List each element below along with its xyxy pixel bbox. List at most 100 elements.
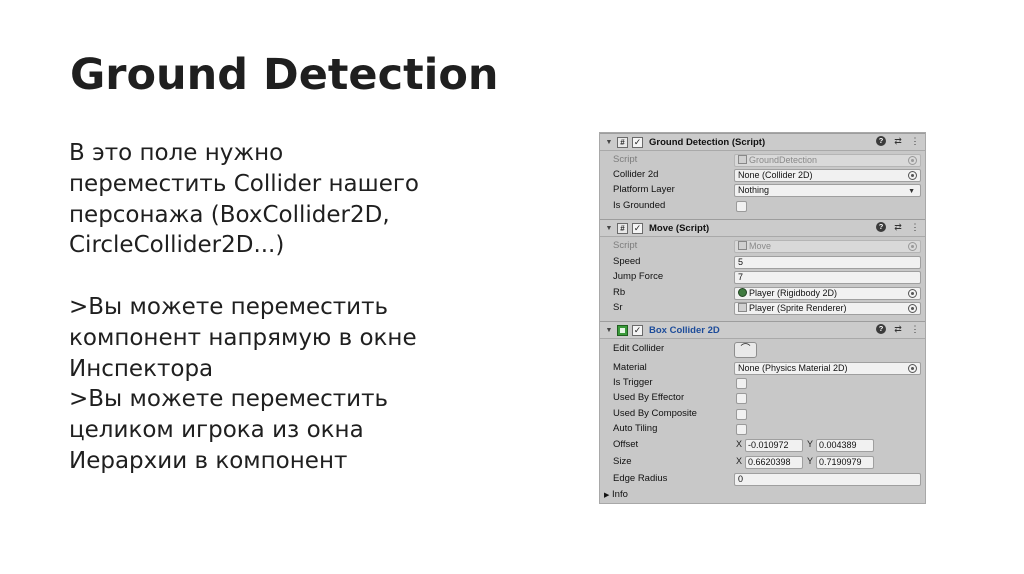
move-sr-field[interactable]: Player (Sprite Renderer) — [734, 302, 921, 315]
body-line: целиком игрока из окна — [69, 417, 364, 444]
script-file-icon — [738, 241, 747, 250]
box-collider-title: Box Collider 2D — [649, 324, 720, 336]
bc-info-foldout[interactable]: ▶ Info — [604, 489, 628, 500]
script-file-icon — [738, 155, 747, 164]
move-speed-row: Speed 5 — [600, 255, 925, 270]
bc-material-row: Material None (Physics Material 2D) — [600, 361, 925, 376]
slide-body-text: В это поле нужно переместить Collider на… — [69, 138, 509, 477]
bc-composite-row: Used By Composite — [600, 407, 925, 422]
move-sr-value: Player (Sprite Renderer) — [749, 303, 847, 313]
help-icon[interactable]: ? — [876, 222, 886, 232]
header-icons: ? ⇄ ⋮ — [876, 222, 920, 233]
body-line: Инспектора — [69, 355, 214, 382]
settings-sliders-icon[interactable]: ⇄ — [893, 324, 903, 335]
move-script-label: Script — [613, 240, 638, 251]
gd-grounded-row: Is Grounded — [600, 199, 925, 214]
bc-material-label: Material — [613, 362, 647, 373]
bc-edge-label: Edge Radius — [613, 473, 668, 484]
bc-trigger-checkbox[interactable] — [736, 378, 747, 389]
ground-detection-header[interactable]: ▼ # ✓ Ground Detection (Script) ? ⇄ ⋮ — [600, 133, 925, 151]
kebab-menu-icon[interactable]: ⋮ — [910, 222, 920, 233]
gd-collider-label: Collider 2d — [613, 169, 659, 180]
bc-tiling-checkbox[interactable] — [736, 424, 747, 435]
dropdown-arrow-icon: ▼ — [908, 188, 915, 195]
edit-collider-button[interactable]: ⌒ — [734, 342, 757, 358]
slide: Ground Detection В это поле нужно переме… — [0, 0, 1024, 574]
size-y-axis-label: Y — [807, 456, 814, 466]
bc-trigger-label: Is Trigger — [613, 377, 653, 388]
gd-grounded-checkbox[interactable] — [736, 201, 747, 212]
object-picker-icon[interactable] — [908, 171, 917, 180]
move-header[interactable]: ▼ # ✓ Move (Script) ? ⇄ ⋮ — [600, 219, 925, 237]
move-jump-label: Jump Force — [613, 271, 664, 282]
gd-layer-dropdown[interactable]: Nothing ▼ — [734, 184, 921, 197]
settings-sliders-icon[interactable]: ⇄ — [893, 222, 903, 233]
bc-size-label: Size — [613, 456, 632, 467]
move-speed-label: Speed — [613, 256, 641, 267]
box-collider-enabled-checkbox[interactable]: ✓ — [632, 324, 643, 336]
help-icon[interactable]: ? — [876, 136, 886, 146]
size-x-input[interactable]: 0.6620398 — [745, 456, 803, 469]
object-picker-icon[interactable] — [908, 289, 917, 298]
box-collider-header[interactable]: ▼ ✓ Box Collider 2D ? ⇄ ⋮ — [600, 321, 925, 339]
bc-tiling-row: Auto Tiling — [600, 422, 925, 437]
body-line: Иерархии в компонент — [69, 447, 348, 474]
move-jump-input[interactable]: 7 — [734, 271, 921, 284]
body-line: >Вы можете переместить — [69, 293, 389, 320]
body-line: компонент напрямую в окне — [69, 324, 417, 351]
size-y-input[interactable]: 0.7190979 — [816, 456, 874, 469]
bc-offset-row: Offset X -0.010972 Y 0.004389 — [600, 438, 925, 453]
bc-size-row: Size X 0.6620398 Y 0.7190979 — [600, 455, 925, 470]
move-enabled-checkbox[interactable]: ✓ — [632, 222, 643, 234]
move-rb-field[interactable]: Player (Rigidbody 2D) — [734, 287, 921, 300]
kebab-menu-icon[interactable]: ⋮ — [910, 136, 920, 147]
bc-edge-input[interactable]: 0 — [734, 473, 921, 486]
triangle-down-icon[interactable]: ▼ — [603, 327, 615, 334]
bc-effector-checkbox[interactable] — [736, 393, 747, 404]
bc-material-field[interactable]: None (Physics Material 2D) — [734, 362, 921, 375]
body-line: В это поле нужно — [69, 140, 284, 166]
ground-detection-title: Ground Detection (Script) — [649, 136, 766, 148]
bc-tiling-label: Auto Tiling — [613, 423, 658, 434]
checkmark-icon: ✓ — [633, 324, 642, 335]
bc-info-row[interactable]: ▶ Info — [600, 488, 925, 503]
bc-composite-checkbox[interactable] — [736, 409, 747, 420]
gd-layer-value: Nothing — [738, 185, 770, 195]
offset-y-input[interactable]: 0.004389 — [816, 439, 874, 452]
offset-x-axis-label: X — [736, 439, 743, 449]
gd-script-label: Script — [613, 154, 638, 165]
settings-sliders-icon[interactable]: ⇄ — [893, 136, 903, 147]
move-script-value: Move — [749, 241, 772, 251]
body-line: переместить Collider нашего — [69, 170, 419, 197]
checkmark-icon: ✓ — [633, 222, 642, 233]
body-line: персонажа (BoxCollider2D, — [69, 201, 390, 228]
triangle-down-icon[interactable]: ▼ — [603, 139, 615, 146]
gd-collider-field[interactable]: None (Collider 2D) — [734, 169, 921, 182]
move-sr-row: Sr Player (Sprite Renderer) — [600, 301, 925, 316]
gd-collider-row: Collider 2d None (Collider 2D) — [600, 168, 925, 183]
triangle-down-icon[interactable]: ▼ — [603, 225, 615, 232]
move-script-row: Script Move — [600, 239, 925, 254]
kebab-menu-icon[interactable]: ⋮ — [910, 324, 920, 335]
move-title: Move (Script) — [649, 222, 710, 234]
unity-inspector-panel: ▼ # ✓ Ground Detection (Script) ? ⇄ ⋮ Sc… — [599, 132, 926, 504]
help-icon[interactable]: ? — [876, 324, 886, 334]
offset-x-input[interactable]: -0.010972 — [745, 439, 803, 452]
object-picker-icon[interactable] — [908, 364, 917, 373]
header-icons: ? ⇄ ⋮ — [876, 324, 920, 335]
move-speed-input[interactable]: 5 — [734, 256, 921, 269]
sprite-renderer-icon — [738, 303, 747, 312]
bc-effector-row: Used By Effector — [600, 391, 925, 406]
move-rb-label: Rb — [613, 287, 626, 298]
slide-title: Ground Detection — [70, 50, 499, 100]
object-picker-icon — [908, 156, 917, 165]
bc-info-label: Info — [612, 489, 628, 500]
body-line: >Вы можете переместить — [69, 386, 389, 413]
checkmark-icon: ✓ — [633, 136, 642, 147]
object-picker-icon[interactable] — [908, 304, 917, 313]
object-picker-icon — [908, 242, 917, 251]
bc-edge-row: Edge Radius 0 — [600, 472, 925, 487]
ground-detection-enabled-checkbox[interactable]: ✓ — [632, 136, 643, 148]
move-script-field: Move — [734, 240, 921, 253]
move-rb-value: Player (Rigidbody 2D) — [749, 288, 838, 298]
